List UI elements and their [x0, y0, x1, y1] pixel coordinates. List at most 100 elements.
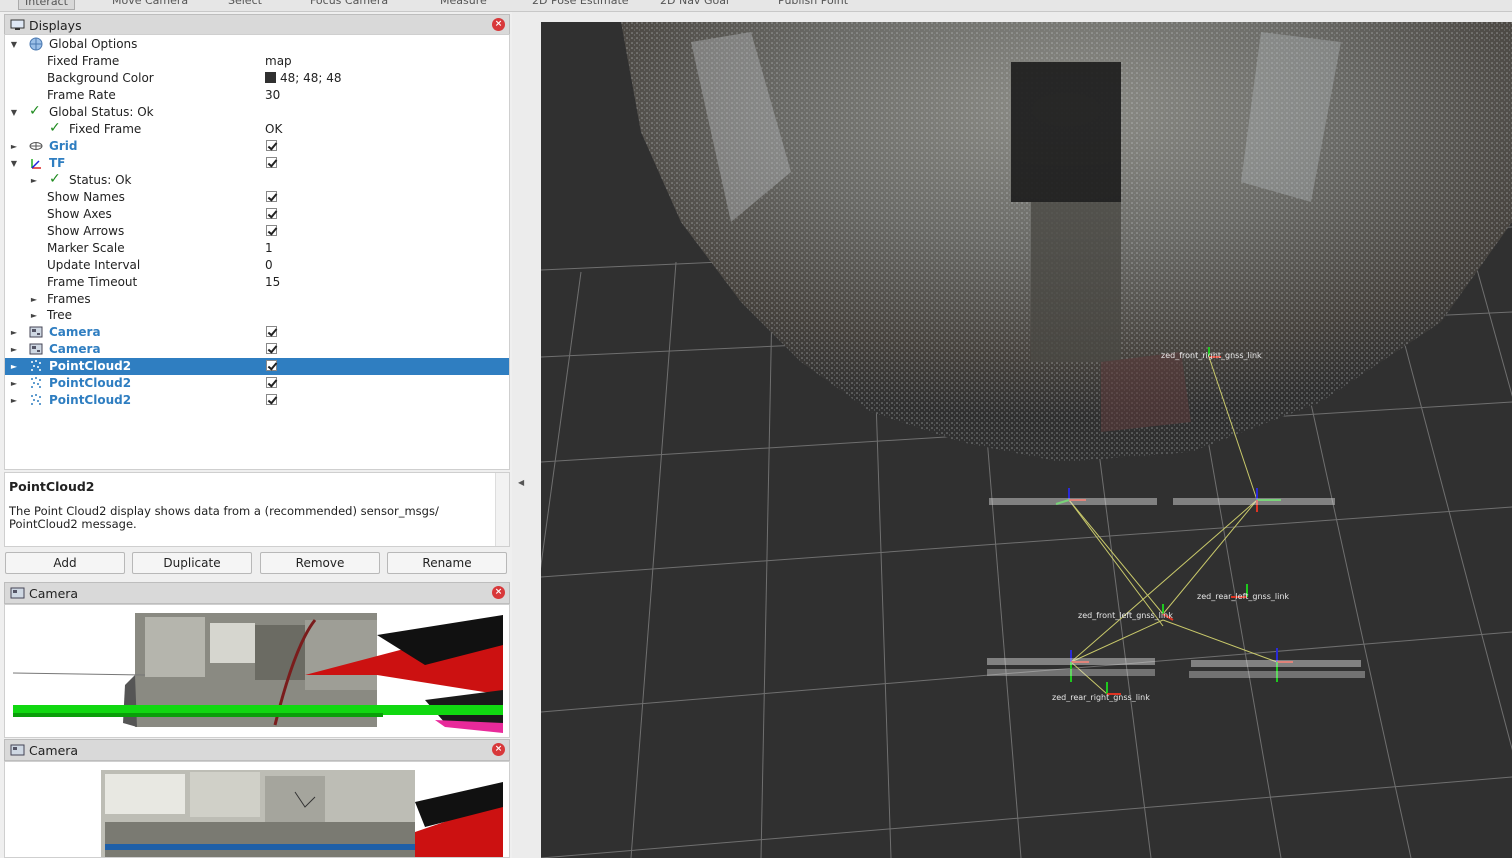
expand-arrow-icon[interactable]: ►: [9, 342, 19, 357]
pointcloud2-2-enabled-checkbox[interactable]: [266, 377, 277, 388]
frame-rate-value[interactable]: 30: [265, 88, 280, 103]
tree-row-grid[interactable]: ► Grid: [5, 138, 509, 155]
tree-row-update-interval[interactable]: Update Interval 0: [5, 257, 509, 274]
tree-row-fixed-frame-status[interactable]: ✓ Fixed Frame OK: [5, 121, 509, 138]
camera-icon: [29, 343, 43, 355]
duplicate-button[interactable]: Duplicate: [132, 552, 252, 574]
camera-panel-2-header: Camera ×: [4, 739, 510, 761]
show-names-checkbox[interactable]: [266, 191, 277, 202]
tf-enabled-checkbox[interactable]: [266, 157, 277, 168]
camera-panel-2-close-icon[interactable]: ×: [492, 743, 505, 756]
expand-arrow-icon[interactable]: ►: [29, 292, 39, 307]
row-label: Tree: [47, 308, 73, 322]
fixed-frame-value[interactable]: map: [265, 54, 292, 69]
row-label: Camera: [49, 342, 101, 356]
show-axes-checkbox[interactable]: [266, 208, 277, 219]
expand-arrow-icon[interactable]: ▼: [9, 105, 19, 120]
tree-row-pointcloud2-1[interactable]: ► PointCloud2: [5, 358, 509, 375]
tree-row-camera-2[interactable]: ► Camera: [5, 341, 509, 358]
row-label: TF: [49, 156, 66, 170]
grid-enabled-checkbox[interactable]: [266, 140, 277, 151]
row-label: Global Options: [49, 37, 138, 51]
tree-row-global-status[interactable]: ▼ ✓ Global Status: Ok: [5, 104, 509, 121]
expand-arrow-icon[interactable]: ►: [29, 308, 39, 323]
tree-row-frame-rate[interactable]: Frame Rate 30: [5, 87, 509, 104]
row-label: Fixed Frame: [47, 54, 120, 68]
camera-image-1: [5, 605, 509, 737]
expand-arrow-icon[interactable]: ►: [9, 325, 19, 340]
tree-row-pointcloud2-2[interactable]: ► PointCloud2: [5, 375, 509, 392]
fixed-frame-status-value: OK: [265, 122, 283, 136]
expand-arrow-icon[interactable]: ►: [9, 376, 19, 391]
displays-tree[interactable]: ▼ Global Options Fixed Frame map Backgro…: [4, 34, 510, 470]
pointcloud2-1-enabled-checkbox[interactable]: [266, 360, 277, 371]
tf-label-front-right: zed_front_right_gnss_link: [1161, 351, 1262, 360]
tree-row-fixed-frame[interactable]: Fixed Frame map: [5, 53, 509, 70]
tool-2d-pose-estimate[interactable]: 2D Pose Estimate: [532, 0, 629, 8]
tree-row-background-color[interactable]: Background Color 48; 48; 48: [5, 70, 509, 87]
description-text: The Point Cloud2 display shows data from…: [9, 504, 439, 531]
camera-1-enabled-checkbox[interactable]: [266, 326, 277, 337]
color-swatch: [265, 72, 276, 83]
tree-row-tree[interactable]: ► Tree: [5, 307, 509, 324]
tf-label-rear-left: zed_rear_left_gnss_link: [1197, 592, 1290, 601]
show-arrows-checkbox[interactable]: [266, 225, 277, 236]
tool-focus-camera[interactable]: Focus Camera: [310, 0, 388, 8]
left-dock: Displays × ▼ Global Options Fixed Frame …: [0, 12, 524, 858]
camera-icon: [10, 744, 25, 756]
tool-bar: Interact Move Camera Select Focus Camera…: [0, 0, 1512, 12]
tree-row-camera-1[interactable]: ► Camera: [5, 324, 509, 341]
tool-move-camera[interactable]: Move Camera: [112, 0, 188, 8]
expand-arrow-icon[interactable]: ►: [9, 139, 19, 154]
camera-2-enabled-checkbox[interactable]: [266, 343, 277, 354]
marker-scale-value[interactable]: 1: [265, 241, 273, 256]
tree-row-show-names[interactable]: Show Names: [5, 189, 509, 206]
add-button[interactable]: Add: [5, 552, 125, 574]
update-interval-value[interactable]: 0: [265, 258, 273, 273]
expand-arrow-icon[interactable]: ▼: [9, 37, 19, 52]
row-label: Global Status: Ok: [49, 105, 154, 119]
tool-interact[interactable]: Interact: [18, 0, 75, 10]
pointcloud2-3-enabled-checkbox[interactable]: [266, 394, 277, 405]
tree-row-pointcloud2-3[interactable]: ► PointCloud2: [5, 392, 509, 409]
tree-row-marker-scale[interactable]: Marker Scale 1: [5, 240, 509, 257]
tree-row-global-options[interactable]: ▼ Global Options: [5, 36, 509, 53]
row-label: Fixed Frame: [69, 122, 142, 136]
grid-icon: [29, 142, 43, 150]
camera-view-1[interactable]: [4, 604, 510, 738]
row-label: PointCloud2: [49, 393, 132, 407]
remove-button[interactable]: Remove: [260, 552, 380, 574]
expand-arrow-icon[interactable]: ►: [9, 359, 19, 374]
row-label: Update Interval: [47, 258, 141, 272]
tool-select[interactable]: Select: [228, 0, 262, 8]
tool-publish-point[interactable]: Publish Point: [778, 0, 848, 8]
camera-panel-1-close-icon[interactable]: ×: [492, 586, 505, 599]
tree-row-frame-timeout[interactable]: Frame Timeout 15: [5, 274, 509, 291]
pointcloud-icon: [31, 394, 41, 405]
row-label: Show Axes: [47, 207, 112, 221]
description-scrollbar[interactable]: [495, 473, 509, 546]
render-3d-view[interactable]: zed_front_right_gnss_link zed_front_left…: [541, 22, 1512, 858]
background-color-text: 48; 48; 48: [280, 71, 342, 85]
tool-measure[interactable]: Measure: [440, 0, 487, 8]
display-description: PointCloud2 The Point Cloud2 display sho…: [4, 472, 510, 547]
tree-row-frames[interactable]: ► Frames: [5, 291, 509, 308]
displays-close-icon[interactable]: ×: [492, 18, 505, 31]
frame-timeout-value[interactable]: 15: [265, 275, 280, 290]
description-heading: PointCloud2: [9, 479, 95, 494]
rename-button[interactable]: Rename: [387, 552, 507, 574]
ok-check-icon: ✓: [49, 171, 61, 187]
expand-arrow-icon[interactable]: ▼: [9, 156, 19, 171]
tree-row-tf-status[interactable]: ► ✓ Status: Ok: [5, 172, 509, 189]
collapse-left-icon[interactable]: ◀: [518, 478, 524, 487]
expand-arrow-icon[interactable]: ►: [29, 173, 39, 188]
expand-arrow-icon[interactable]: ►: [9, 393, 19, 408]
tree-row-show-axes[interactable]: Show Axes: [5, 206, 509, 223]
background-color-value[interactable]: 48; 48; 48: [265, 71, 342, 86]
row-label: Status: Ok: [69, 173, 132, 187]
tree-row-tf[interactable]: ▼ TF: [5, 155, 509, 172]
displays-title: Displays: [29, 18, 82, 33]
tree-row-show-arrows[interactable]: Show Arrows: [5, 223, 509, 240]
camera-view-2[interactable]: [4, 761, 510, 858]
tool-2d-nav-goal[interactable]: 2D Nav Goal: [660, 0, 729, 8]
